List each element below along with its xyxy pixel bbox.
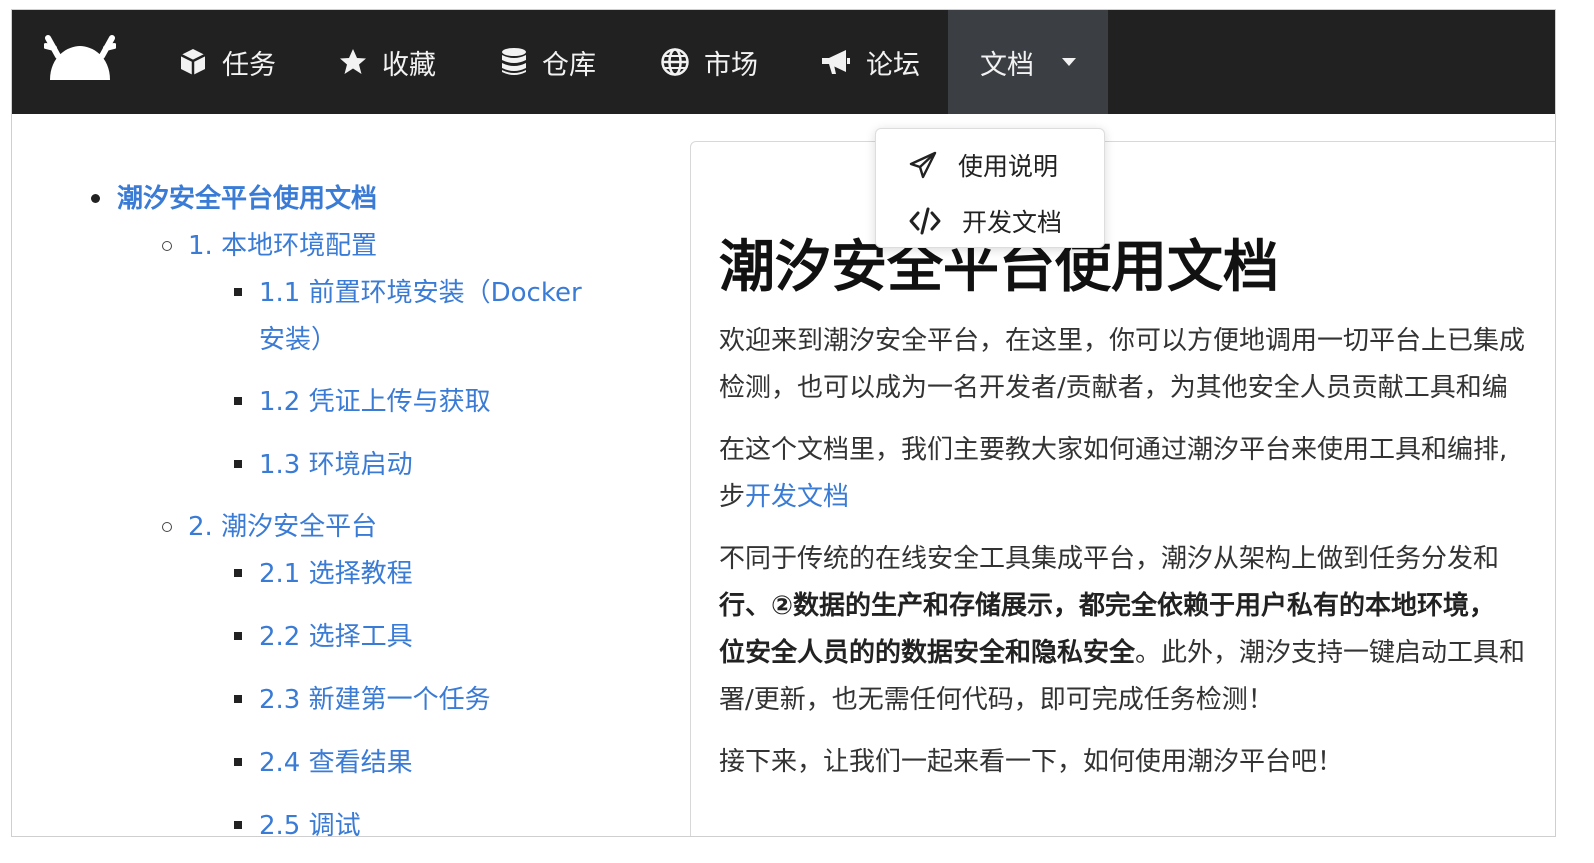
cube-icon bbox=[180, 49, 206, 75]
docs-dropdown-menu: 使用说明 开发文档 bbox=[875, 128, 1105, 248]
list-bullet bbox=[162, 522, 172, 532]
paragraph-line: 检测，也可以成为一名开发者/贡献者，为其他安全人员贡献工具和编 bbox=[719, 373, 1508, 403]
toc-item-1-2[interactable]: 1.2 凭证上传与获取 bbox=[259, 381, 491, 418]
browser-frame: 任务 收藏 仓库 市场 论坛 文档 使用说明 开发文档 潮汐安全平台使用文档 1… bbox=[11, 9, 1556, 837]
bold-text: 行、②数据的生产和存储展示，都完全依赖于用户私有的本地环境， bbox=[719, 591, 1496, 621]
dropdown-item-dev-docs[interactable]: 开发文档 bbox=[876, 193, 1104, 249]
star-icon bbox=[340, 49, 366, 74]
toc-item-2-3[interactable]: 2.3 新建第一个任务 bbox=[259, 679, 491, 716]
list-bullet bbox=[234, 460, 242, 468]
dev-docs-link[interactable]: 开发文档 bbox=[745, 482, 849, 512]
toc-item-title[interactable]: 潮汐安全平台使用文档 bbox=[117, 178, 377, 215]
list-bullet bbox=[234, 758, 242, 766]
paragraph-line: 不同于传统的在线安全工具集成平台，潮汐从架构上做到任务分发和 bbox=[719, 544, 1500, 574]
chevron-down-icon bbox=[1062, 58, 1076, 66]
nav-item-label: 论坛 bbox=[866, 49, 920, 81]
list-bullet bbox=[234, 288, 242, 296]
top-navbar: 任务 收藏 仓库 市场 论坛 文档 bbox=[12, 10, 1555, 114]
table-of-contents: 潮汐安全平台使用文档 1. 本地环境配置 1.1 前置环境安装（Docker 安… bbox=[12, 114, 672, 836]
paragraph-text: 。此外，潮汐支持一键启动工具和 bbox=[1135, 638, 1526, 668]
list-bullet bbox=[234, 821, 242, 829]
bold-text: 位安全人员的的数据安全和隐私安全 bbox=[719, 638, 1136, 668]
list-bullet bbox=[91, 194, 100, 203]
logo-icon[interactable] bbox=[43, 32, 117, 80]
dropdown-item-label: 使用说明 bbox=[958, 152, 1059, 181]
list-bullet bbox=[234, 397, 242, 405]
nav-item-label: 任务 bbox=[222, 49, 276, 81]
globe-icon bbox=[661, 48, 689, 76]
nav-item-label: 市场 bbox=[704, 49, 758, 81]
paragraph-line: 接下来，让我们一起来看一下，如何使用潮汐平台吧！ bbox=[719, 747, 1344, 777]
doc-content-card: 潮汐安全平台使用文档 欢迎来到潮汐安全平台，在这里，你可以方便地调用一切平台上已… bbox=[690, 141, 1555, 836]
code-icon bbox=[909, 207, 941, 235]
nav-item-market[interactable]: 市场 bbox=[660, 10, 758, 114]
dropdown-item-label: 开发文档 bbox=[962, 208, 1063, 237]
nav-item-favorites[interactable]: 收藏 bbox=[338, 10, 436, 114]
megaphone-icon bbox=[822, 50, 850, 74]
list-bullet bbox=[162, 241, 172, 251]
nav-item-label: 收藏 bbox=[382, 49, 436, 81]
nav-item-docs[interactable]: 文档 bbox=[948, 10, 1108, 114]
toc-item-2-5[interactable]: 2.5 调试 bbox=[259, 805, 361, 836]
nav-item-label: 仓库 bbox=[542, 49, 596, 81]
paragraph-line: 欢迎来到潮汐安全平台，在这里，你可以方便地调用一切平台上已集成 bbox=[719, 326, 1526, 356]
paragraph-line: 署/更新，也无需任何代码，即可完成任务检测！ bbox=[719, 685, 1274, 715]
toc-item-section-2[interactable]: 2. 潮汐安全平台 bbox=[188, 506, 377, 543]
paragraph-line: 在这个文档里，我们主要教大家如何通过潮汐平台来使用工具和编排, bbox=[719, 435, 1508, 465]
toc-item-2-1[interactable]: 2.1 选择教程 bbox=[259, 553, 413, 590]
toc-item-2-4[interactable]: 2.4 查看结果 bbox=[259, 742, 413, 779]
toc-item-1-1[interactable]: 1.1 前置环境安装（Docker bbox=[259, 272, 582, 309]
nav-item-repository[interactable]: 仓库 bbox=[500, 10, 596, 114]
toc-item-2-2[interactable]: 2.2 选择工具 bbox=[259, 616, 413, 653]
list-bullet bbox=[234, 569, 242, 577]
toc-item-1-1-cont[interactable]: 安装） bbox=[259, 319, 337, 356]
list-bullet bbox=[234, 632, 242, 640]
paragraph-line: 位安全人员的的数据安全和隐私安全。此外，潮汐支持一键启动工具和 bbox=[719, 632, 1525, 669]
list-bullet bbox=[234, 695, 242, 703]
paragraph-line: 步开发文档 bbox=[719, 476, 849, 513]
toc-item-1-3[interactable]: 1.3 环境启动 bbox=[259, 444, 413, 481]
paper-plane-icon bbox=[909, 151, 937, 179]
toc-item-section-1[interactable]: 1. 本地环境配置 bbox=[188, 225, 377, 262]
nav-item-label: 文档 bbox=[980, 49, 1034, 81]
nav-item-tasks[interactable]: 任务 bbox=[178, 10, 276, 114]
paragraph-text: 步 bbox=[719, 482, 746, 512]
nav-item-forum[interactable]: 论坛 bbox=[820, 10, 920, 114]
dropdown-item-usage-guide[interactable]: 使用说明 bbox=[876, 137, 1104, 193]
paragraph-line: 行、②数据的生产和存储展示，都完全依赖于用户私有的本地环境， bbox=[719, 585, 1495, 622]
database-icon bbox=[502, 48, 526, 75]
